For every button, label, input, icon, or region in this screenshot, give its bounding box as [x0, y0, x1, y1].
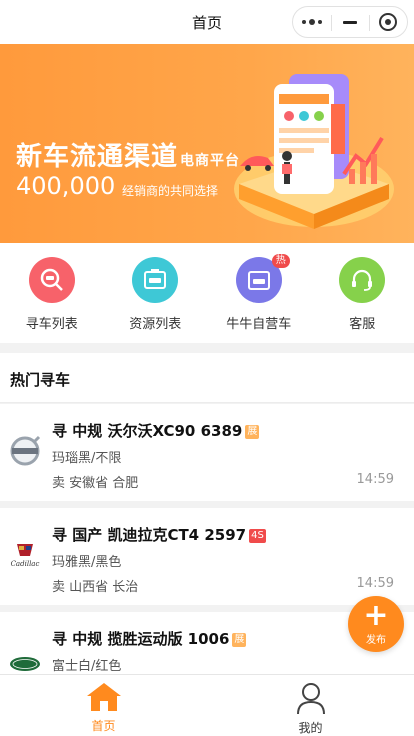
- listing-tag: 展: [245, 425, 260, 439]
- quick-item-car-search[interactable]: 寻车列表: [0, 243, 104, 343]
- home-icon: [86, 683, 121, 711]
- hot-badge: 热: [271, 254, 290, 268]
- plus-icon: +: [363, 597, 389, 633]
- listing-time: 14:59: [356, 472, 394, 487]
- banner-headline-main: 新车流通渠道: [16, 142, 179, 172]
- hot-search-header: 热门寻车: [0, 353, 414, 403]
- headset-icon: [339, 257, 386, 303]
- quick-menu: 寻车列表 资源列表 热 牛牛自营车 客服: [0, 243, 414, 343]
- listing-title: 寻 中规 揽胜运动版 1006 展: [52, 628, 247, 649]
- banner-number-desc: 经销商的共同选择: [122, 184, 219, 198]
- listing-title: 寻 中规 沃尔沃XC90 6389 展: [52, 420, 260, 441]
- quick-item-self-operated[interactable]: 热 牛牛自营车: [207, 243, 311, 343]
- quick-label: 寻车列表: [25, 317, 78, 332]
- close-button[interactable]: [369, 7, 407, 37]
- tab-mine[interactable]: 我的: [207, 675, 414, 736]
- listing-time: 14:59: [356, 576, 394, 591]
- listing-tag: 展: [232, 633, 247, 647]
- listing-card[interactable]: 寻 中规 沃尔沃XC90 6389 展 玛瑙黑/不限 卖 安徽省 合肥 14:59: [0, 404, 414, 501]
- banner-headline-suffix: 电商平台: [180, 153, 241, 169]
- banner-headline: 新车流通渠道 电商平台: [16, 136, 240, 173]
- banner-illustration: [234, 74, 394, 229]
- top-nav: 首页: [0, 0, 414, 44]
- quick-label: 资源列表: [129, 317, 182, 332]
- listing-title-text: 寻 国产 凯迪拉克CT4 2597: [52, 526, 247, 544]
- banner-number: 400,000: [16, 172, 116, 200]
- tab-label: 首页: [91, 719, 116, 733]
- cadillac-logo-icon: Cadillac: [8, 538, 42, 572]
- quick-item-customer-service[interactable]: 客服: [311, 243, 414, 343]
- close-target-icon: [379, 13, 397, 31]
- svg-text:Cadillac: Cadillac: [11, 560, 40, 568]
- volvo-logo-icon: [8, 434, 42, 468]
- tab-label: 我的: [298, 721, 323, 735]
- listing-tag: 4S: [249, 529, 266, 543]
- quick-label: 牛牛自营车: [226, 317, 292, 332]
- promo-banner[interactable]: 新车流通渠道 电商平台 400,000 经销商的共同选择: [0, 44, 414, 243]
- minimize-icon: [343, 20, 357, 24]
- more-button[interactable]: [293, 7, 331, 37]
- page: 首页 新车流通渠道 电商平台 400,000 经销商的共同选择 寻车列表 资源列…: [0, 0, 414, 736]
- more-dots-icon: [302, 19, 322, 25]
- section-title: 热门寻车: [10, 371, 71, 389]
- listing-title-text: 寻 中规 沃尔沃XC90 6389: [52, 422, 243, 440]
- listing-title: 寻 国产 凯迪拉克CT4 2597 4S: [52, 524, 266, 545]
- listing-location: 卖 安徽省 合肥: [52, 476, 139, 491]
- listing-colors: 玛瑙黑/不限: [52, 451, 122, 466]
- publish-button[interactable]: + 发布: [348, 596, 404, 652]
- listing-colors: 富士白/红色: [52, 659, 122, 674]
- mini-program-capsule: [292, 6, 408, 38]
- publish-label: 发布: [366, 634, 386, 646]
- car-search-icon: [28, 257, 75, 303]
- tab-home[interactable]: 首页: [0, 675, 207, 736]
- quick-item-resources[interactable]: 资源列表: [104, 243, 208, 343]
- listing-location: 卖 山西省 长治: [52, 580, 139, 595]
- car-resource-icon: [132, 257, 179, 303]
- land-rover-logo-icon: [8, 642, 42, 676]
- listing-title-text: 寻 中规 揽胜运动版 1006: [52, 630, 230, 648]
- listing-colors: 玛雅黑/黑色: [52, 555, 122, 570]
- listing-card[interactable]: Cadillac 寻 国产 凯迪拉克CT4 2597 4S 玛雅黑/黑色 卖 山西…: [0, 508, 414, 605]
- quick-label: 客服: [349, 317, 376, 332]
- minimize-button[interactable]: [331, 7, 369, 37]
- store-car-icon: 热: [235, 254, 290, 303]
- bottom-tabbar: 首页 我的: [0, 674, 414, 736]
- user-icon: [296, 683, 325, 715]
